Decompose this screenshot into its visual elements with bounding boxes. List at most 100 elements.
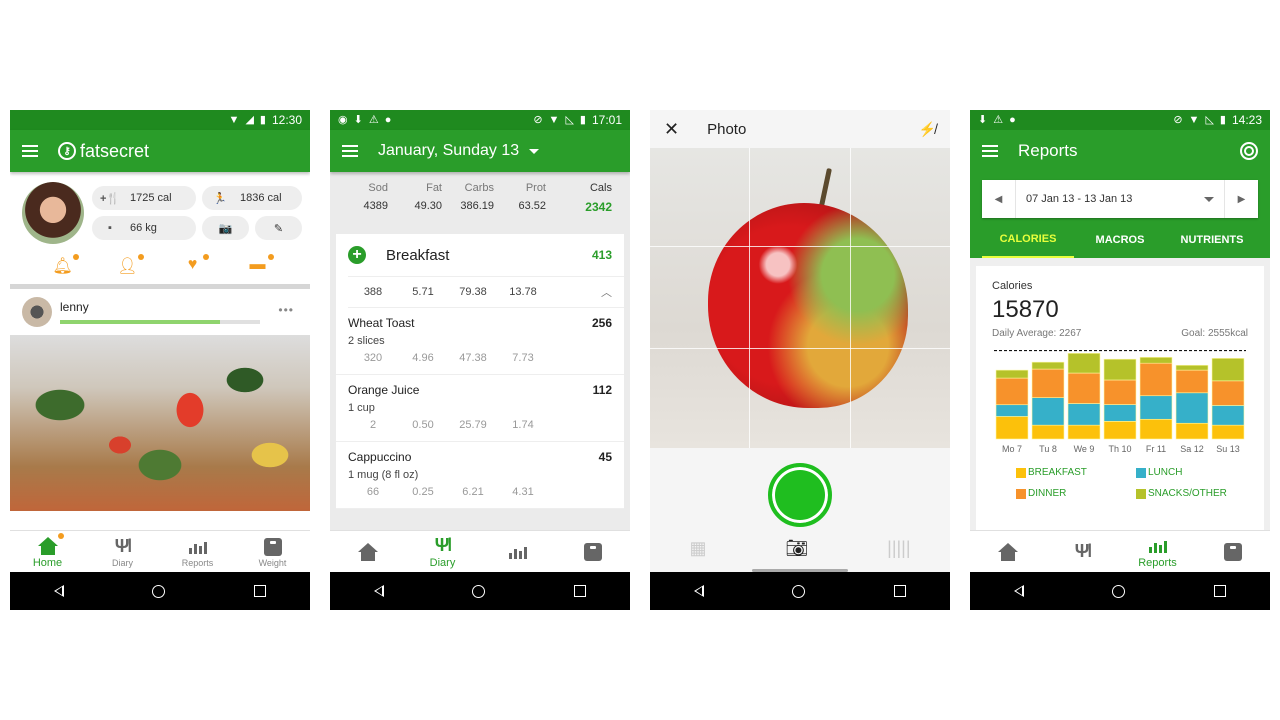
bar-segment-snacks-other[interactable] — [1139, 357, 1173, 364]
bar-segment-snacks-other[interactable] — [1067, 353, 1101, 374]
dropdown-icon[interactable] — [1204, 196, 1214, 202]
camera-viewfinder[interactable] — [650, 148, 950, 448]
home-circle-icon[interactable] — [472, 584, 486, 598]
x-tick-label: We 9 — [1074, 444, 1095, 454]
signal-icon: ◺ — [1205, 113, 1214, 126]
food-item[interactable]: Cappuccino 45 1 mug (8 fl oz) 66 0.25 6.21 4… — [336, 442, 624, 509]
camera-icon[interactable]: 📷︎ — [785, 538, 808, 559]
bar-segment-breakfast[interactable] — [1211, 424, 1245, 440]
feed-username[interactable]: lenny — [60, 300, 260, 314]
tab-weight[interactable] — [563, 541, 623, 563]
bar-segment-breakfast[interactable] — [1067, 424, 1101, 440]
tab-nutrients[interactable]: NUTRIENTS — [1166, 222, 1258, 258]
bar-segment-breakfast[interactable] — [1031, 424, 1065, 440]
tab-diary[interactable]: Ψǀ Diary — [93, 536, 153, 568]
feed-avatar[interactable] — [22, 297, 52, 327]
bar-segment-lunch[interactable] — [995, 404, 1029, 417]
bar-segment-dinner[interactable] — [1211, 380, 1245, 406]
tab-weight[interactable] — [1203, 541, 1263, 563]
menu-icon[interactable] — [982, 145, 998, 157]
photo-title: Photo — [707, 120, 747, 138]
menu-icon[interactable] — [22, 145, 38, 157]
more-icon[interactable]: ••• — [278, 303, 294, 317]
tab-home[interactable] — [978, 541, 1038, 563]
flash-off-icon[interactable]: ⚡̸ — [919, 121, 936, 138]
tab-label: Diary — [429, 556, 456, 569]
bar-segment-breakfast[interactable] — [995, 416, 1029, 440]
menu-icon[interactable] — [342, 145, 358, 157]
barcode-icon[interactable]: ||||| — [887, 538, 910, 559]
date-selector[interactable]: January, Sunday 13 — [378, 142, 540, 160]
bar-segment-dinner[interactable] — [995, 377, 1029, 406]
back-icon[interactable] — [54, 585, 65, 597]
tab-diary[interactable]: Ψǀ Diary — [413, 535, 473, 569]
shutter-button[interactable] — [768, 463, 832, 527]
bar-segment-breakfast[interactable] — [1103, 421, 1137, 440]
battery-charging-icon: ▮ — [1219, 113, 1226, 126]
bar-segment-lunch[interactable] — [1031, 397, 1065, 426]
prev-range-button[interactable]: ◀ — [982, 180, 1016, 218]
home-circle-icon[interactable] — [792, 584, 806, 598]
back-icon[interactable] — [1014, 585, 1025, 597]
status-time: 12:30 — [271, 113, 302, 127]
bar-segment-dinner[interactable] — [1103, 379, 1137, 405]
food-calories-chip[interactable]: +🍴 1725 cal — [92, 186, 196, 210]
bar-segment-lunch[interactable] — [1175, 392, 1209, 424]
chat-icon[interactable]: ▬ — [246, 254, 274, 276]
home-circle-icon[interactable] — [152, 584, 166, 598]
tab-calories[interactable]: CALORIES — [982, 222, 1074, 258]
target-goal-icon[interactable] — [1240, 142, 1258, 160]
tab-weight[interactable]: Weight — [243, 536, 303, 568]
bar-segment-breakfast[interactable] — [1175, 422, 1209, 440]
exercise-calories-chip[interactable]: 🏃 1836 cal — [202, 186, 302, 210]
bell-icon[interactable]: 🔔︎ — [51, 254, 79, 276]
back-icon[interactable] — [694, 585, 705, 597]
home-circle-icon[interactable] — [1112, 584, 1126, 598]
close-icon[interactable]: ✕ — [664, 119, 679, 140]
tab-macros[interactable]: MACROS — [1074, 222, 1166, 258]
date-range-text[interactable]: 07 Jan 13 - 13 Jan 13 — [1016, 193, 1204, 205]
bar-segment-dinner[interactable] — [1067, 372, 1101, 404]
food-item[interactable]: Wheat Toast 256 2 slices 320 4.96 47.38 7.73 — [336, 308, 624, 375]
bar-segment-dinner[interactable] — [1139, 362, 1173, 397]
back-icon[interactable] — [374, 585, 385, 597]
collapse-icon[interactable]: ︿ — [601, 284, 612, 300]
food-item[interactable]: Orange Juice 112 1 cup 2 0.50 25.79 1.74 — [336, 375, 624, 442]
avatar[interactable] — [22, 182, 84, 244]
bar-segment-lunch[interactable] — [1211, 405, 1245, 426]
bar-segment-lunch[interactable] — [1139, 395, 1173, 420]
edit-button[interactable]: ✎ — [255, 216, 302, 240]
add-food-button[interactable]: + — [348, 246, 366, 264]
grid-line — [650, 246, 950, 247]
tab-home[interactable] — [338, 541, 398, 563]
recents-icon[interactable] — [253, 585, 266, 597]
grid-line — [650, 348, 950, 349]
feed-photo[interactable] — [10, 335, 310, 511]
bar-segment-lunch[interactable] — [1067, 403, 1101, 426]
recents-icon[interactable] — [1213, 585, 1226, 597]
bar-segment-dinner[interactable] — [1031, 368, 1065, 398]
bar-segment-snacks-other[interactable] — [1031, 361, 1065, 370]
tab-reports[interactable] — [488, 541, 548, 563]
tab-reports[interactable]: Reports — [168, 536, 228, 568]
recents-icon[interactable] — [573, 585, 586, 597]
tab-reports[interactable]: Reports — [1128, 535, 1188, 569]
bar-segment-snacks-other[interactable] — [1211, 358, 1245, 382]
bar-segment-snacks-other[interactable] — [1103, 358, 1137, 381]
meal-header[interactable]: + Breakfast 413 — [336, 234, 624, 276]
tab-home[interactable]: Home — [18, 532, 78, 569]
next-range-button[interactable]: ▶ — [1224, 180, 1258, 218]
bar-segment-snacks-other[interactable] — [1175, 364, 1209, 371]
recents-icon[interactable] — [893, 585, 906, 597]
gallery-icon[interactable]: ▦ — [689, 538, 706, 559]
battery-icon: ▮ — [259, 113, 266, 126]
bar-segment-lunch[interactable] — [1103, 404, 1137, 422]
heart-icon[interactable]: ♥ — [181, 254, 209, 276]
bar-segment-breakfast[interactable] — [1139, 418, 1173, 440]
weight-chip[interactable]: ▪ 66 kg — [92, 216, 196, 240]
bar-segment-dinner[interactable] — [1175, 369, 1209, 394]
camera-button[interactable]: 📷 — [202, 216, 249, 240]
bar-segment-snacks-other[interactable] — [995, 369, 1029, 379]
person-icon[interactable]: 👤︎ — [116, 254, 144, 276]
tab-diary[interactable]: Ψǀ — [1053, 541, 1113, 563]
